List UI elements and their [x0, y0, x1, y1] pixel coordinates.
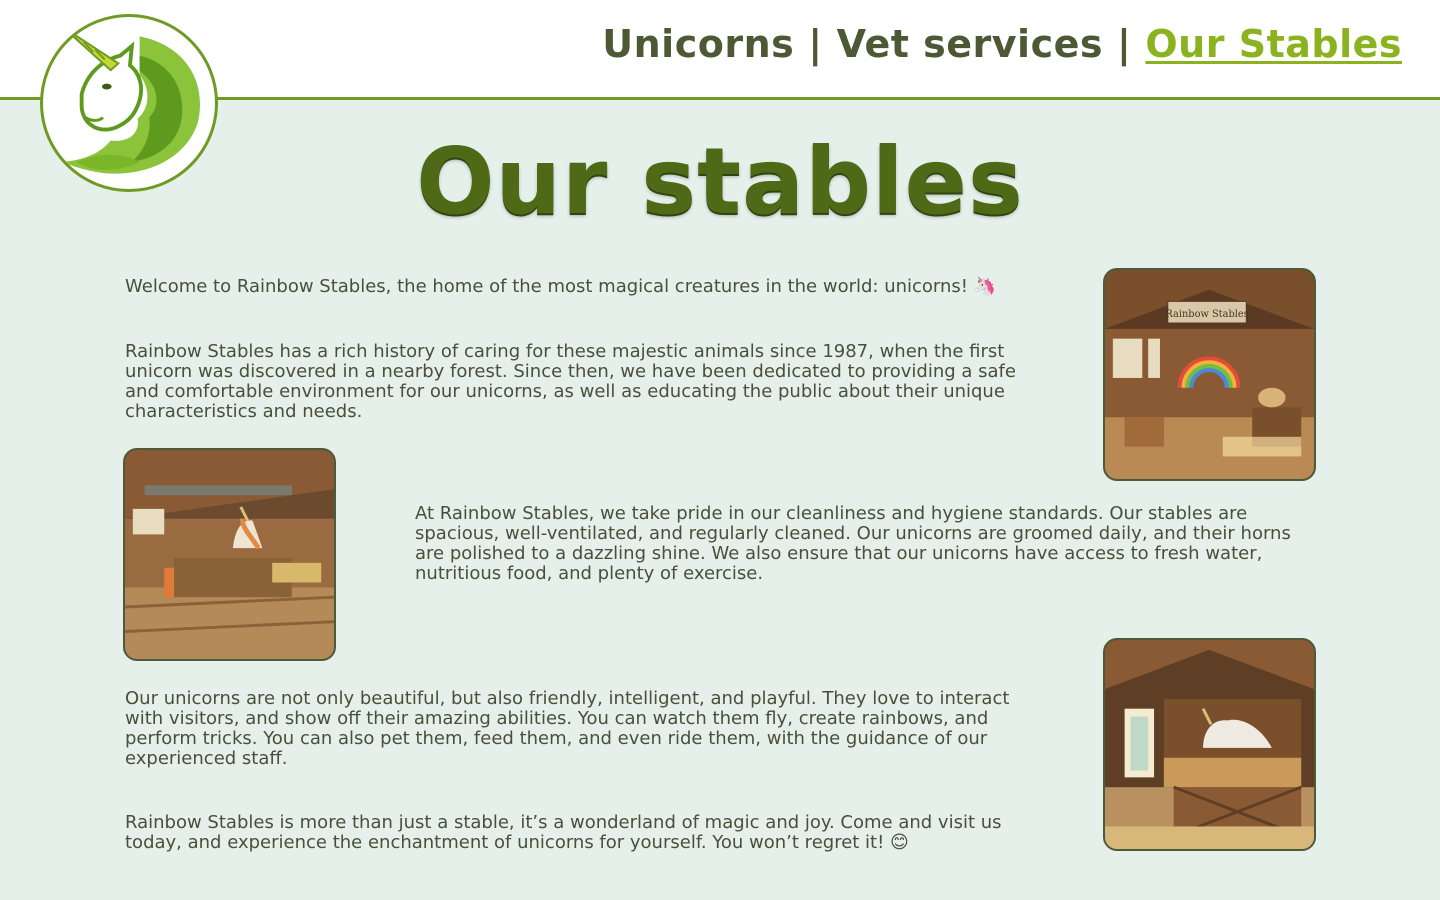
nav-link-unicorns[interactable]: Unicorns	[602, 22, 794, 66]
site-logo[interactable]	[40, 14, 218, 192]
stable-interior-photo-2	[123, 448, 336, 661]
nav-separator: |	[808, 22, 823, 66]
stable-interior-photo-1: Rainbow Stables	[1103, 268, 1316, 481]
page-title: Our stables	[416, 128, 1024, 235]
stable-sign-text: Rainbow Stables	[1165, 309, 1248, 320]
intro-paragraph: Welcome to Rainbow Stables, the home of …	[125, 276, 997, 297]
unicorn-head-icon	[51, 25, 207, 181]
closing-paragraph: Rainbow Stables is more than just a stab…	[125, 812, 1002, 853]
nav-link-vet-services[interactable]: Vet services	[837, 22, 1103, 66]
cleanliness-paragraph: At Rainbow Stables, we take pride in our…	[415, 503, 1291, 584]
nav-link-our-stables[interactable]: Our Stables	[1145, 22, 1402, 66]
unicorn-traits-paragraph: Our unicorns are not only beautiful, but…	[125, 688, 1010, 769]
history-paragraph: Rainbow Stables has a rich history of ca…	[125, 341, 1016, 422]
nav-separator: |	[1116, 22, 1132, 66]
stable-interior-photo-3	[1103, 638, 1316, 851]
main-nav: Unicorns | Vet services | Our Stables	[602, 22, 1402, 66]
